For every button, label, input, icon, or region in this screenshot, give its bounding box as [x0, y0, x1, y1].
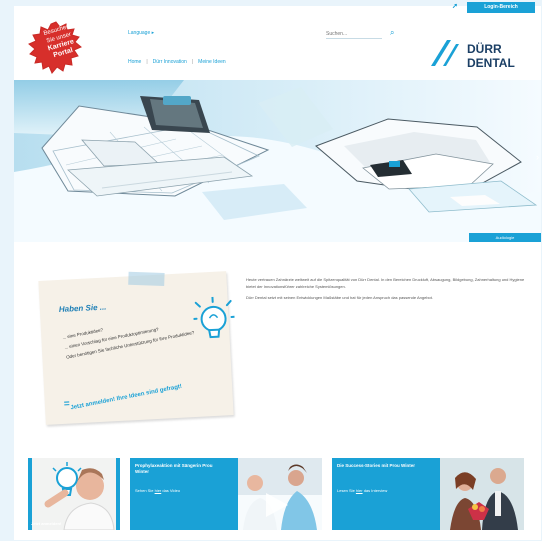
nav-separator: |: [191, 59, 194, 65]
login-arrow-icon: ➚: [452, 3, 458, 10]
search-input[interactable]: [326, 30, 382, 39]
tile-subtitle: Lesen Sie hier das Interview: [337, 488, 425, 493]
tile-subtitle-prefix: Lesen Sie: [337, 488, 356, 493]
tile-register[interactable]: Jetzt anmelden!: [28, 458, 120, 530]
video-thumbnail[interactable]: [238, 458, 322, 530]
svg-text:DÜRR: DÜRR: [467, 41, 502, 56]
tile-subtitle: Sehen Sie hier das Video: [135, 488, 223, 493]
tile-title: Prophylaxeaktion mit Sängerin Prou Winte…: [135, 463, 213, 474]
interview-link[interactable]: hier: [356, 488, 363, 493]
nav-meine-ideen[interactable]: Meine Ideen: [198, 59, 226, 65]
language-selector[interactable]: Language ▸: [128, 30, 154, 36]
nav-separator: |: [146, 59, 148, 65]
person-thinking-image: [32, 458, 116, 530]
tile-subtitle-suffix: das Video: [161, 488, 181, 493]
intro-text: Heute vertrauen Zahnärzte weltweit auf d…: [246, 276, 528, 305]
intro-paragraph: Heute vertrauen Zahnärzte weltweit auf d…: [246, 277, 525, 289]
hero-image: [14, 80, 541, 242]
tile-subtitle-suffix: das Interview: [362, 488, 388, 493]
intro-paragraph: Dürr Dental setzt mit seinen Entwicklung…: [246, 295, 433, 300]
tile-label[interactable]: Jetzt anmelden!: [31, 521, 61, 526]
tile-video[interactable]: Prophylaxeaktion mit Sängerin Prou Winte…: [130, 458, 322, 530]
nav-duerr-innovation[interactable]: Dürr Innovation: [153, 59, 187, 65]
tile-subtitle-prefix: Sehen Sie: [135, 488, 155, 493]
bulb-icon: [192, 295, 236, 339]
language-label: Language: [128, 30, 151, 36]
idea-note[interactable]: Haben Sie ... ... eine Produktidee? ... …: [38, 271, 236, 425]
login-button[interactable]: Login-Bereich: [467, 2, 535, 13]
svg-text:DENTAL: DENTAL: [467, 56, 515, 70]
success-stories-image: [440, 458, 524, 530]
tile-success-stories[interactable]: Die Success-Stories mit Prou Winter Lese…: [332, 458, 524, 530]
search-icon[interactable]: ⌕: [390, 28, 394, 38]
hero-badge[interactable]: Audiologie: [469, 233, 541, 242]
chevron-right-icon[interactable]: ›: [536, 152, 539, 162]
duerr-dental-logo[interactable]: DÜRR DENTAL: [431, 36, 517, 70]
hero-banner[interactable]: › Audiologie: [14, 80, 541, 242]
top-navigation: Home | Dürr Innovation | Meine Ideen: [128, 59, 226, 65]
nav-home[interactable]: Home: [128, 59, 141, 65]
equal-sign-icon: =: [63, 398, 70, 410]
tile-title: Die Success-Stories mit Prou Winter: [337, 463, 415, 468]
tape-strip: [128, 271, 165, 286]
